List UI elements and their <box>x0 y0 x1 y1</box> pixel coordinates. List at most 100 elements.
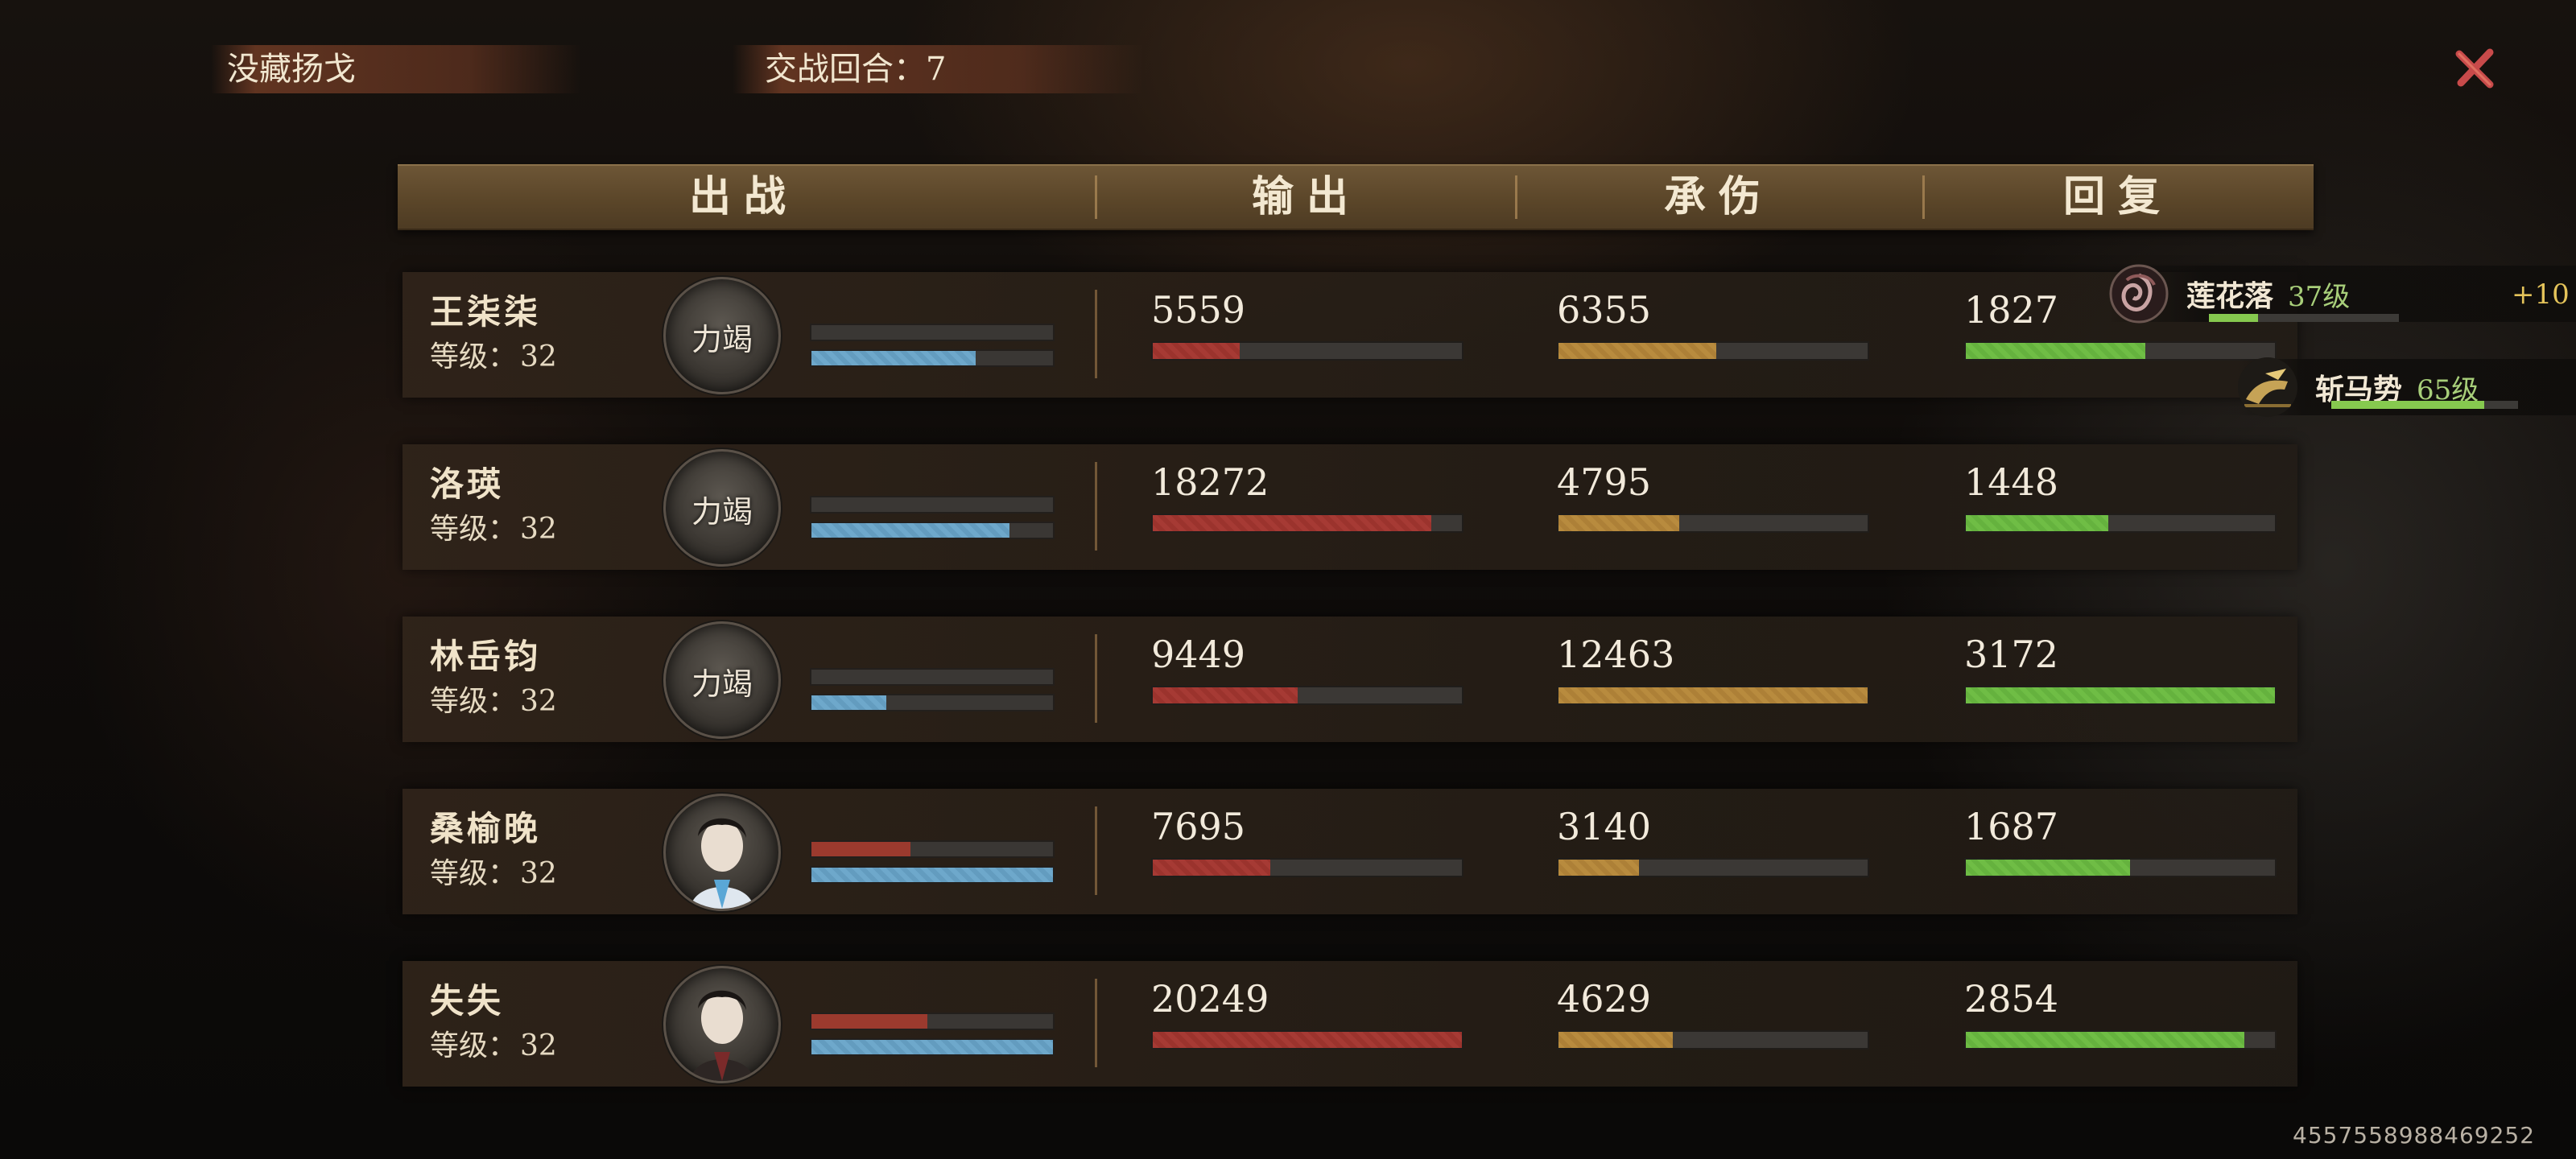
level-value: 32 <box>520 340 557 373</box>
hp-bar-fill <box>811 351 976 365</box>
character-row[interactable]: 桑榆晚 等级： 32 7695 3140 1687 <box>402 789 2297 914</box>
damage-taken-value: 4795 <box>1557 460 1652 504</box>
skill-progress-fill <box>2209 314 2259 322</box>
output-bar <box>1151 1030 1463 1050</box>
column-header-bar: 出战 输出 承伤 回复 <box>398 164 2314 230</box>
hp-bar <box>810 866 1055 884</box>
damage-taken-value: 3140 <box>1557 805 1652 848</box>
character-avatar[interactable] <box>663 794 781 911</box>
damage-taken-bar <box>1557 341 1869 361</box>
character-avatar[interactable]: 力竭 <box>663 277 781 394</box>
damage-taken-value: 12463 <box>1557 633 1675 676</box>
heal-value: 3172 <box>1964 633 2059 676</box>
damage-taken-bar <box>1557 858 1869 877</box>
rage-bar <box>810 840 1055 858</box>
character-avatar[interactable]: 力竭 <box>663 621 781 739</box>
rage-bar <box>810 496 1055 514</box>
header-output: 输出 <box>1251 172 1361 221</box>
column-divider <box>1095 634 1097 723</box>
character-row[interactable]: 洛瑛 等级： 32 力竭 18272 4795 1448 <box>402 444 2297 570</box>
damage-taken-value: 4629 <box>1557 977 1652 1021</box>
hp-bar <box>810 694 1055 711</box>
damage-taken-bar-fill <box>1558 515 1679 531</box>
output-bar-fill <box>1153 687 1298 703</box>
heal-value: 1448 <box>1964 460 2059 504</box>
rage-bar <box>810 1013 1055 1030</box>
output-bar-fill <box>1153 860 1270 876</box>
character-name: 洛瑛 <box>430 464 505 504</box>
horse-skill-icon <box>2238 357 2297 417</box>
heal-bar <box>1964 858 2277 877</box>
damage-taken-value: 6355 <box>1557 288 1652 332</box>
level-label: 等级： <box>430 340 518 373</box>
level-value: 32 <box>520 1029 557 1062</box>
heal-bar-fill <box>1966 515 2108 531</box>
character-level: 等级： 32 <box>430 505 557 547</box>
portrait-icon <box>690 818 754 909</box>
output-value: 7695 <box>1151 805 1246 848</box>
character-row[interactable]: 王柒柒 等级： 32 力竭 5559 6355 1827 <box>402 272 2297 398</box>
header-heal: 回复 <box>2062 172 2173 221</box>
character-row[interactable]: 林岳钧 等级： 32 力竭 9449 12463 3172 <box>402 617 2297 742</box>
exhausted-label: 力竭 <box>691 666 753 702</box>
hp-bar <box>810 1038 1055 1056</box>
heal-bar <box>1964 341 2277 361</box>
level-label: 等级： <box>430 1029 518 1062</box>
output-bar-fill <box>1153 343 1240 359</box>
output-bar <box>1151 858 1463 877</box>
damage-taken-bar-fill <box>1558 1032 1674 1048</box>
output-bar-fill <box>1153 1032 1462 1048</box>
skill-progress-bar <box>2331 401 2518 409</box>
hp-bar-fill <box>811 868 1053 882</box>
character-name: 桑榆晚 <box>430 809 542 848</box>
lotus-skill-icon <box>2109 264 2169 324</box>
character-name: 失失 <box>430 981 505 1021</box>
heal-bar-fill <box>1966 343 2145 359</box>
exhausted-label: 力竭 <box>691 322 753 357</box>
battle-round-label: 交战回合：7 <box>765 51 947 88</box>
level-value: 32 <box>520 857 557 890</box>
heal-bar <box>1964 514 2277 533</box>
skill-item-horse[interactable]: 斩马势 65级 <box>2238 357 2576 417</box>
team-name-tab: 没藏扬戈 <box>211 45 581 93</box>
output-bar <box>1151 514 1463 533</box>
damage-taken-bar-fill <box>1558 860 1639 876</box>
character-level: 等级： 32 <box>430 1022 557 1064</box>
output-bar <box>1151 686 1463 705</box>
output-value: 20249 <box>1151 977 1269 1021</box>
heal-bar-fill <box>1966 687 2275 703</box>
heal-value: 2854 <box>1964 977 2059 1021</box>
team-name: 没藏扬戈 <box>227 51 356 88</box>
level-value: 32 <box>520 685 557 718</box>
damage-taken-bar <box>1557 1030 1869 1050</box>
damage-taken-bar-fill <box>1558 343 1716 359</box>
character-avatar[interactable] <box>663 966 781 1083</box>
skill-name: 莲花落 <box>2186 279 2274 313</box>
rage-bar <box>810 668 1055 686</box>
rage-bar-fill <box>811 842 910 856</box>
damage-taken-bar <box>1557 514 1869 533</box>
column-divider <box>1095 979 1097 1067</box>
character-level: 等级： 32 <box>430 850 557 892</box>
player-id: 4557558988469252 <box>2293 1122 2536 1149</box>
character-name: 林岳钧 <box>430 637 542 676</box>
character-row[interactable]: 失失 等级： 32 20249 4629 2854 <box>402 961 2297 1087</box>
battle-round-tab: 交战回合：7 <box>733 45 1143 93</box>
output-value: 9449 <box>1151 633 1246 676</box>
level-label: 等级： <box>430 857 518 890</box>
rage-bar-fill <box>811 1014 927 1029</box>
hp-bar-fill <box>811 1040 1053 1054</box>
skill-progress-fill <box>2331 401 2485 409</box>
column-divider <box>1095 806 1097 895</box>
character-avatar[interactable]: 力竭 <box>663 449 781 567</box>
skill-item-lotus[interactable]: 莲花落 37级 +10 <box>2109 264 2576 324</box>
close-button[interactable] <box>2447 40 2504 97</box>
heal-value: 1687 <box>1964 805 2059 848</box>
heal-bar-fill <box>1966 860 2130 876</box>
damage-taken-bar <box>1557 686 1869 705</box>
skill-level: 37级 <box>2288 280 2351 313</box>
heal-bar-fill <box>1966 1032 2244 1048</box>
damage-taken-bar-fill <box>1558 687 1868 703</box>
hp-bar-fill <box>811 695 886 710</box>
heal-bar <box>1964 1030 2277 1050</box>
